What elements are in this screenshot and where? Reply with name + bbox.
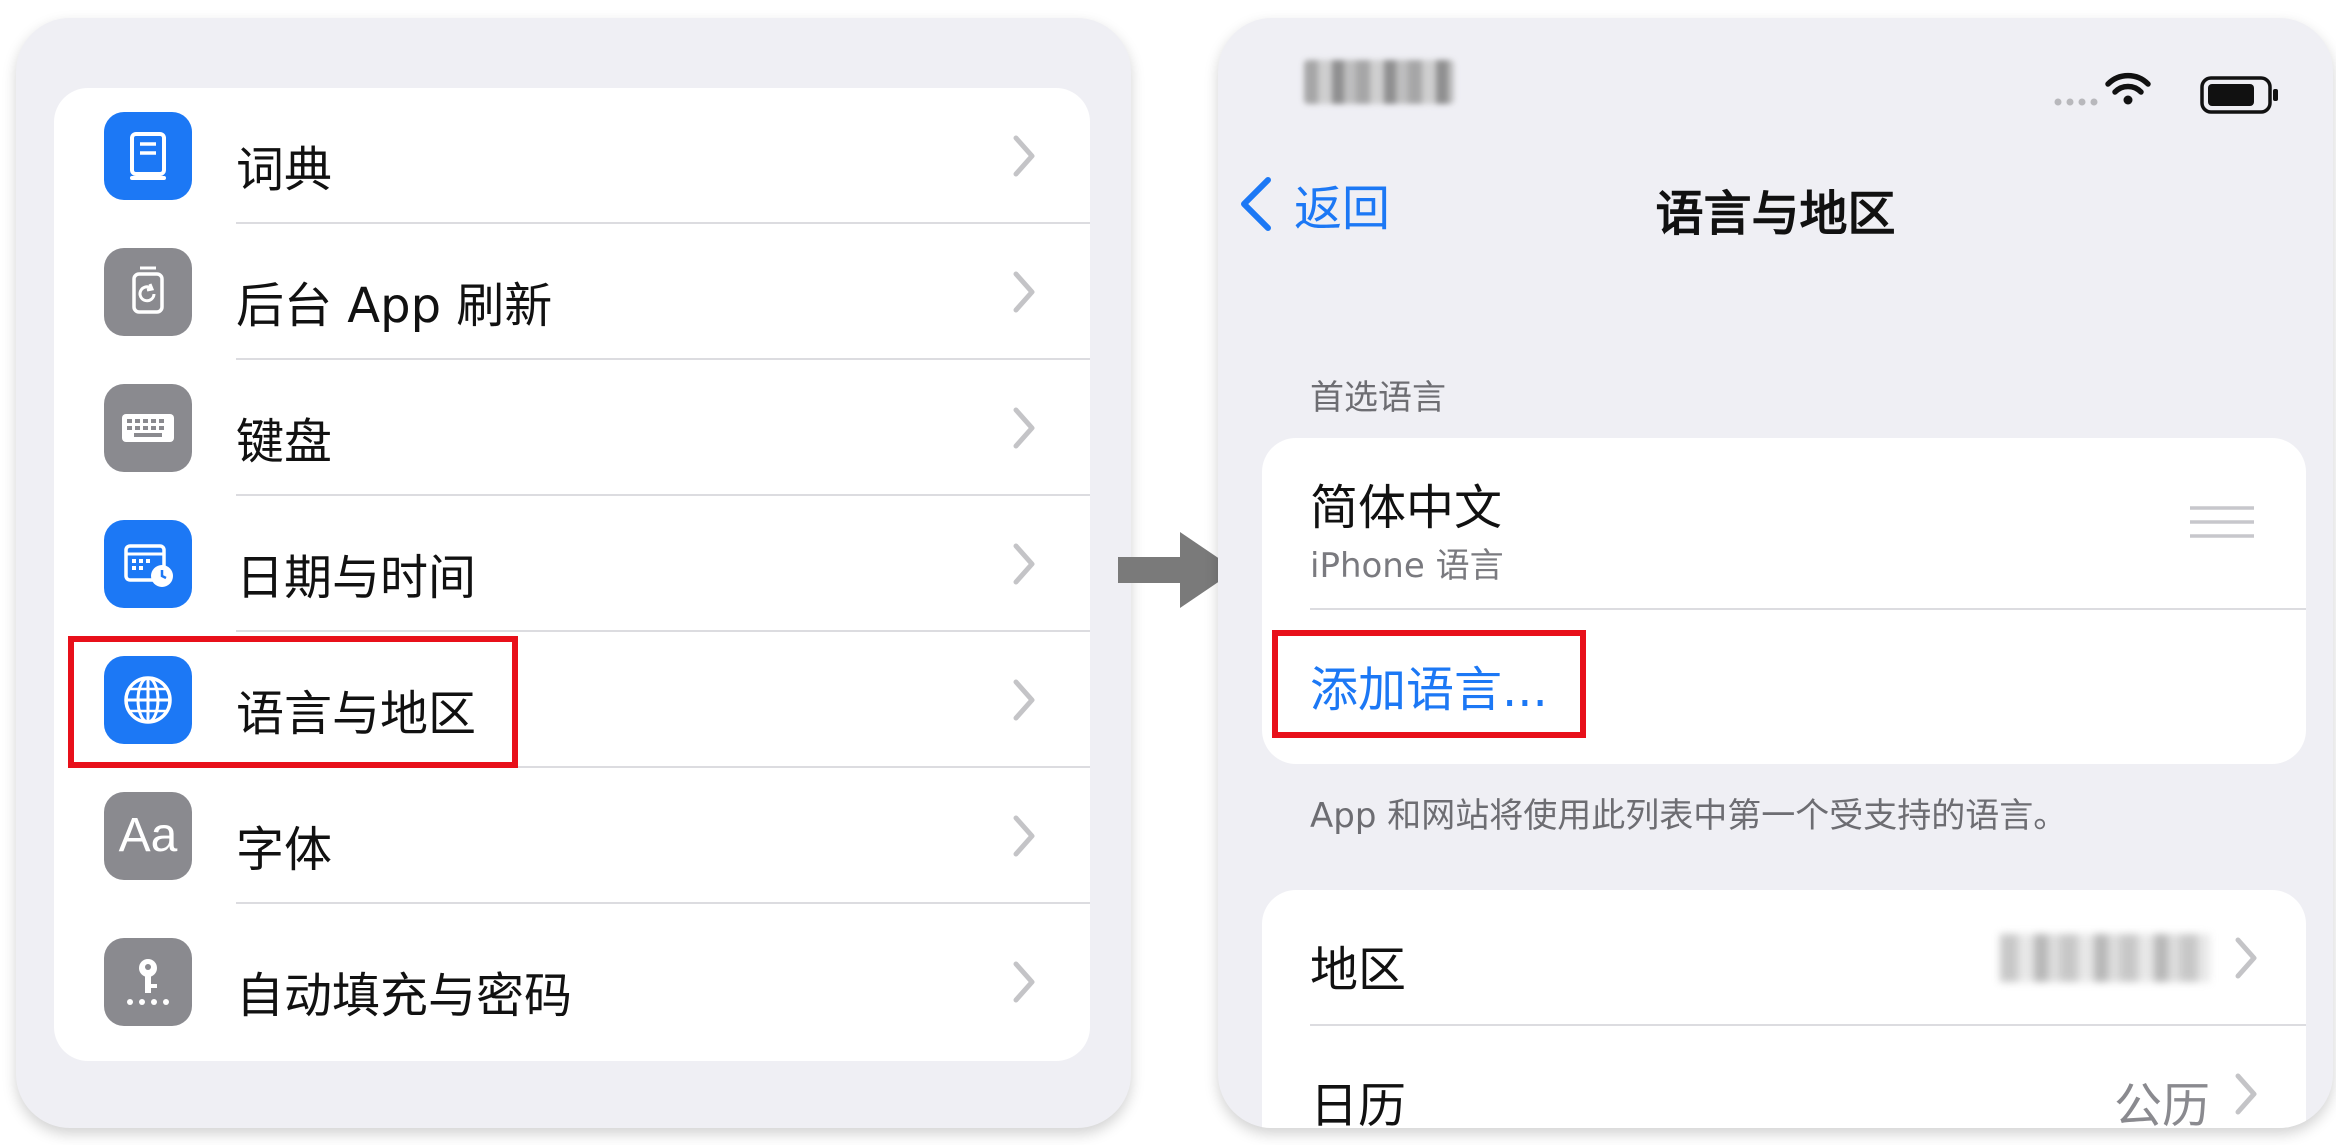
- chevron-right-icon: [2235, 1073, 2257, 1115]
- chevron-right-icon: [1013, 961, 1035, 1003]
- chevron-right-icon: [1013, 815, 1035, 857]
- settings-item-label: 自动填充与密码: [236, 968, 573, 1024]
- settings-item-dictionary[interactable]: 词典: [54, 88, 1090, 224]
- autofill-passwords-icon: [104, 938, 192, 1026]
- settings-item-fonts[interactable]: Aa 字体: [54, 768, 1090, 904]
- calendar-value: 公历: [2113, 1078, 2210, 1128]
- chevron-right-icon: [1013, 679, 1035, 721]
- region-label: 地区: [1310, 942, 1407, 998]
- settings-item-label: 词典: [236, 142, 333, 198]
- dictionary-icon: [104, 112, 192, 200]
- chevron-right-icon: [1013, 543, 1035, 585]
- language-subtitle: iPhone 语言: [1310, 546, 1504, 586]
- settings-item-label: 字体: [236, 822, 333, 878]
- battery-icon: [2200, 76, 2278, 114]
- region-row[interactable]: 地区: [1262, 890, 2306, 1026]
- chevron-right-icon: [1013, 271, 1035, 313]
- settings-item-date-time[interactable]: 日期与时间: [54, 496, 1090, 632]
- status-time-redacted: [1304, 60, 1454, 104]
- region-settings-card: 地区 日历 公历: [1262, 890, 2306, 1128]
- page-title: 语言与地区: [1655, 186, 1896, 242]
- highlight-box: [1272, 630, 1586, 738]
- settings-item-label: 键盘: [236, 414, 333, 470]
- highlight-box: [68, 636, 518, 768]
- chevron-right-icon: [1013, 407, 1035, 449]
- settings-item-keyboard[interactable]: 键盘: [54, 360, 1090, 496]
- section-header: 首选语言: [1310, 378, 1446, 418]
- status-icons: [2054, 72, 2151, 106]
- background-refresh-icon: [104, 248, 192, 336]
- keyboard-icon: [104, 384, 192, 472]
- language-name: 简体中文: [1310, 480, 1503, 536]
- wifi-icon: [2105, 72, 2151, 105]
- reorder-handle-icon[interactable]: [2188, 502, 2256, 542]
- region-value-redacted: [2000, 934, 2210, 982]
- fonts-icon: Aa: [104, 792, 192, 880]
- settings-list: 词典 后台 App 刷新 键盘 日期与时间 语言与地区 Aa 字体 自动填充与密…: [54, 88, 1090, 1061]
- calendar-row[interactable]: 日历 公历: [1262, 1026, 2306, 1128]
- settings-item-autofill-passwords[interactable]: 自动填充与密码: [54, 904, 1090, 1061]
- settings-item-label: 日期与时间: [236, 550, 477, 606]
- cellular-signal-icon: [2054, 98, 2098, 106]
- settings-panel: 词典 后台 App 刷新 键盘 日期与时间 语言与地区 Aa 字体 自动填充与密…: [16, 18, 1131, 1128]
- language-row[interactable]: 简体中文 iPhone 语言: [1262, 438, 2306, 610]
- chevron-right-icon: [2235, 937, 2257, 979]
- settings-item-label: 后台 App 刷新: [236, 278, 553, 334]
- section-footer: App 和网站将使用此列表中第一个受支持的语言。: [1310, 796, 2068, 836]
- chevron-right-icon: [1013, 135, 1035, 177]
- date-time-icon: [104, 520, 192, 608]
- language-region-panel: 返回 语言与地区 首选语言 简体中文 iPhone 语言 添加语言... App…: [1218, 18, 2333, 1128]
- calendar-label: 日历: [1310, 1078, 1407, 1128]
- settings-item-background-refresh[interactable]: 后台 App 刷新: [54, 224, 1090, 360]
